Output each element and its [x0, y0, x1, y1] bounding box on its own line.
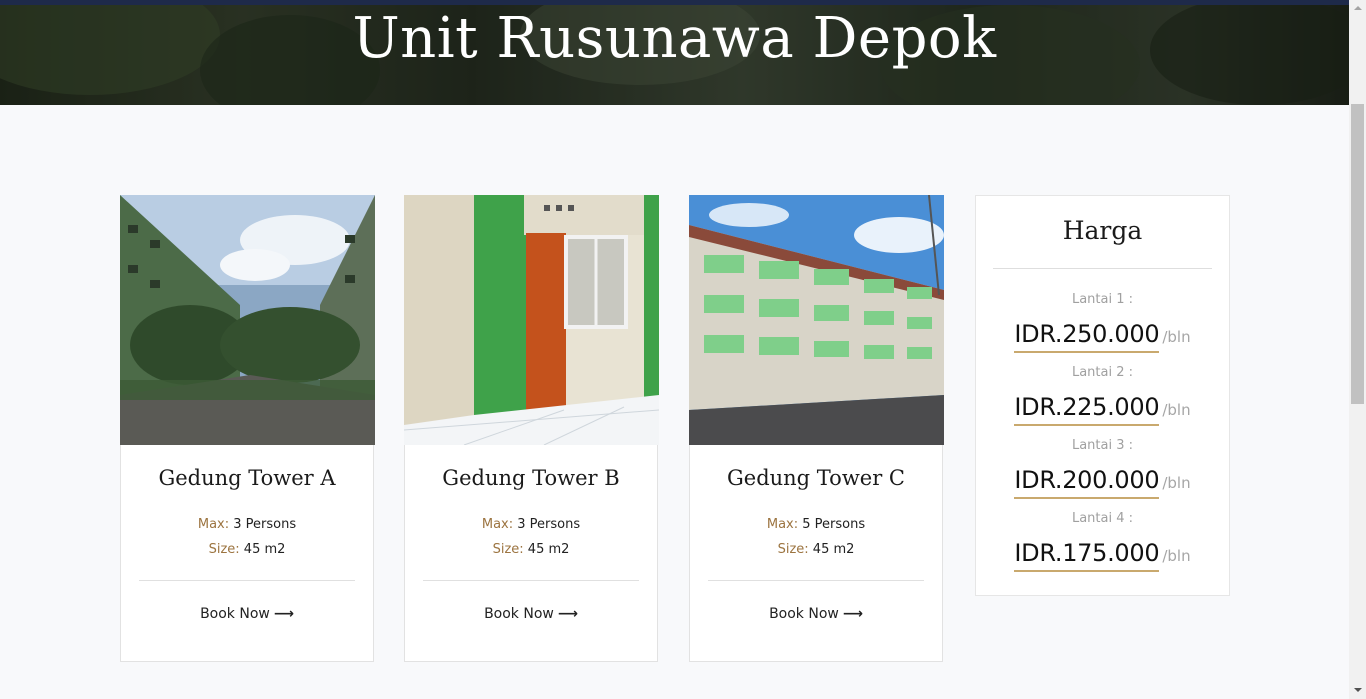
arrow-right-icon: ⟶: [557, 606, 578, 622]
divider: [993, 268, 1212, 269]
tower-c-photo: [689, 195, 944, 445]
price-unit: /bln: [1162, 474, 1191, 492]
arrow-right-icon: ⟶: [273, 606, 294, 622]
price-amount: IDR.225.000: [1014, 393, 1160, 426]
price-row: IDR.225.000/bln: [976, 393, 1229, 426]
price-unit: /bln: [1162, 547, 1191, 565]
price-row: IDR.175.000/bln: [976, 539, 1229, 572]
unit-card-tower-b: Gedung Tower B Max: 3 Persons Size: 45 m…: [404, 195, 659, 662]
floor-label: Lantai 2 :: [1071, 365, 1134, 380]
scroll-up-icon[interactable]: [1349, 0, 1366, 17]
scroll-thumb[interactable]: [1351, 104, 1364, 404]
unit-size: Size: 45 m2: [208, 542, 286, 557]
price-row: IDR.250.000/bln: [976, 320, 1229, 353]
price-amount: IDR.200.000: [1014, 466, 1160, 499]
floor-label: Lantai 4 :: [1071, 511, 1134, 526]
unit-title: Gedung Tower C: [726, 466, 906, 490]
max-capacity: Max: 3 Persons: [197, 517, 297, 532]
book-now-link[interactable]: Book Now ⟶: [121, 606, 373, 622]
unit-title: Gedung Tower B: [442, 466, 620, 490]
scroll-down-icon[interactable]: [1349, 682, 1366, 699]
unit-card-tower-c: Gedung Tower C Max: 5 Persons Size: 45 m…: [689, 195, 944, 662]
divider: [139, 580, 355, 581]
hero-banner: Unit Rusunawa Depok: [0, 5, 1349, 105]
max-capacity: Max: 5 Persons: [766, 517, 866, 532]
price-row: IDR.200.000/bln: [976, 466, 1229, 499]
pricing-title: Harga: [1062, 216, 1143, 245]
floor-label: Lantai 1 :: [1071, 292, 1134, 307]
divider: [423, 580, 639, 581]
pricing-panel: Harga Lantai 1 : IDR.250.000/bln Lantai …: [975, 195, 1230, 596]
price-amount: IDR.250.000: [1014, 320, 1160, 353]
page-title: Unit Rusunawa Depok: [352, 6, 997, 71]
unit-size: Size: 45 m2: [492, 542, 570, 557]
price-amount: IDR.175.000: [1014, 539, 1160, 572]
page-scrollbar[interactable]: [1349, 0, 1366, 699]
unit-size: Size: 45 m2: [777, 542, 855, 557]
book-now-link[interactable]: Book Now ⟶: [690, 606, 942, 622]
price-unit: /bln: [1162, 401, 1191, 419]
max-capacity: Max: 3 Persons: [481, 517, 581, 532]
floor-label: Lantai 3 :: [1071, 438, 1134, 453]
arrow-right-icon: ⟶: [842, 606, 863, 622]
book-now-link[interactable]: Book Now ⟶: [405, 606, 657, 622]
tower-b-photo: [404, 195, 659, 445]
divider: [708, 580, 924, 581]
unit-title: Gedung Tower A: [158, 466, 336, 490]
price-unit: /bln: [1162, 328, 1191, 346]
unit-card-tower-a: Gedung Tower A Max: 3 Persons Size: 45 m…: [120, 195, 375, 662]
tower-a-photo: [120, 195, 375, 445]
